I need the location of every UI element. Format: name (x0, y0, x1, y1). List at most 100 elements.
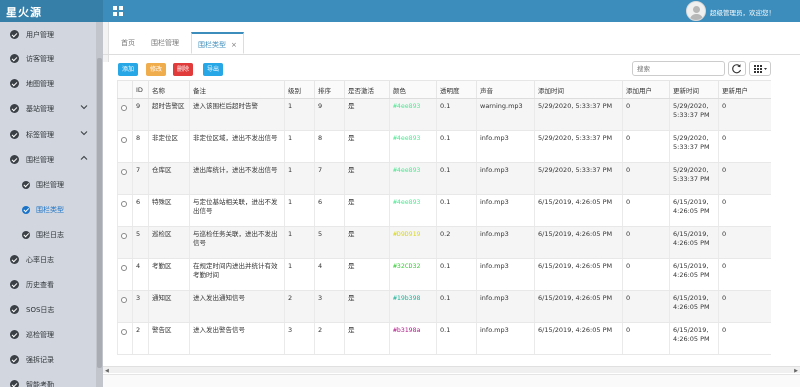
sidebar-item[interactable]: 智能考勤 (0, 372, 96, 387)
table-cell: 0 (622, 130, 670, 163)
row-radio[interactable] (121, 265, 127, 271)
table-cell: 4 (314, 258, 345, 291)
sidebar-item-label: 地图管理 (26, 80, 54, 88)
table-cell: #D9D919 (389, 226, 437, 259)
sidebar-item[interactable]: 访客管理 (0, 46, 96, 71)
tab-fence-management[interactable]: 围栏管理 (145, 32, 185, 54)
column-header[interactable]: 排序 (314, 80, 345, 99)
row-select-cell (117, 162, 133, 195)
table-row[interactable]: 2 警告区 进入发出警告信号 3 2 是 #b3198a 0.1 info.mp3 6/15/20… (117, 322, 771, 355)
sidebar-item[interactable]: 围栏类型 (0, 197, 96, 222)
avatar-head (693, 6, 700, 13)
row-radio[interactable] (121, 297, 127, 303)
table-cell: 通知区 (148, 290, 190, 323)
table-cell: 与巡检任务关联，进出不发出信号 (189, 226, 285, 259)
table-row[interactable]: 9 超时告警区 进入该围栏后超时告警 1 9 是 #4ee893 0.1 warning.mp3… (117, 98, 771, 131)
table-cell: 9 (132, 98, 149, 131)
sidebar-item-label: SOS日志 (26, 306, 55, 314)
columns-toggle-button[interactable] (749, 61, 771, 76)
table-cell: #19b398 (389, 290, 437, 323)
edit-button[interactable]: 修改 (146, 63, 167, 76)
row-radio[interactable] (121, 329, 127, 335)
sidebar-item-label: 围栏类型 (36, 206, 64, 214)
sidebar-item[interactable]: 心率日志 (0, 247, 96, 272)
tab-fence-type[interactable]: 围栏类型 × (191, 32, 244, 54)
table-row[interactable]: 5 巡检区 与巡检任务关联，进出不发出信号 1 5 是 #D9D919 0.2 info.mp3… (117, 226, 771, 259)
table-cell: 0.1 (436, 162, 477, 195)
table-cell: #b3198a (389, 322, 437, 355)
sidebar-item[interactable]: 地图管理 (0, 71, 96, 96)
add-button[interactable]: 添加 (118, 63, 139, 76)
export-button[interactable]: 导出 (203, 63, 224, 76)
refresh-button[interactable] (728, 61, 746, 76)
table-cell: 1 (284, 258, 315, 291)
sidebar-item[interactable]: 巡检管理 (0, 322, 96, 347)
delete-button[interactable]: 删除 (173, 63, 194, 76)
table-cell: #4ee893 (389, 162, 437, 195)
table-cell: 7 (314, 162, 345, 195)
check-circle-icon (10, 330, 19, 339)
table-cell: 6/15/2019, 4:26:05 PM (534, 322, 623, 355)
sidebar-item[interactable]: 围栏管理 (0, 172, 96, 197)
user-avatar[interactable] (686, 1, 706, 21)
welcome-text[interactable]: 超级管理员，欢迎您！ (710, 7, 775, 17)
tabs-scroll-left[interactable] (103, 22, 109, 62)
sidebar-item-label: 标签管理 (26, 131, 54, 139)
sidebar-item-label: 访客管理 (26, 55, 54, 63)
column-header[interactable]: 更新用户 (718, 80, 771, 99)
table-cell: 5/29/2020, 5:33:37 PM (534, 162, 623, 195)
row-radio[interactable] (121, 233, 127, 239)
table-row[interactable]: 7 仓库区 进出库统计，进出不发出信号 1 7 是 #4ee893 0.1 info.mp3 5/… (117, 162, 771, 195)
table-cell: 6 (314, 194, 345, 227)
table-cell: 0.1 (436, 194, 477, 227)
table-cell: 1 (284, 194, 315, 227)
check-circle-icon (10, 380, 19, 387)
horizontal-scrollbar[interactable]: ◀ ▶ (103, 366, 800, 374)
sidebar-item[interactable]: 围栏日志 (0, 222, 96, 247)
column-header[interactable]: 添加时间 (534, 80, 623, 99)
table-row[interactable]: 6 特殊区 与定位基站相关联，进出不发出信号 1 6 是 #4ee893 0.1 info.mp… (117, 194, 771, 227)
table-cell: 0.1 (436, 130, 477, 163)
sidebar-scrollbar-thumb[interactable] (97, 58, 102, 368)
column-header[interactable]: ID (132, 80, 149, 99)
column-header[interactable]: 透明度 (436, 80, 477, 99)
table-cell: 0 (622, 322, 670, 355)
row-select-cell (117, 130, 133, 163)
sidebar-item-label: 历史查看 (26, 281, 54, 289)
sidebar-item[interactable]: SOS日志 (0, 297, 96, 322)
column-header[interactable]: 声音 (476, 80, 535, 99)
column-header[interactable]: 级别 (284, 80, 315, 99)
row-radio[interactable] (121, 137, 127, 143)
close-icon[interactable]: × (231, 34, 237, 56)
table-row[interactable]: 8 非定位区 非定位区域，进出不发出信号 1 8 是 #4ee893 0.1 info.mp3 5… (117, 130, 771, 163)
sidebar-item[interactable]: 强拆记录 (0, 347, 96, 372)
table-cell: #4ee893 (389, 194, 437, 227)
table-cell: #4ee893 (389, 130, 437, 163)
tab-home[interactable]: 首页 (115, 32, 141, 54)
check-circle-icon (10, 255, 19, 264)
sidebar-item[interactable]: 基站管理 (0, 96, 96, 121)
table-cell: 是 (344, 226, 390, 259)
column-header[interactable]: 更新时间 (669, 80, 719, 99)
sidebar-item[interactable]: 围栏管理 (0, 147, 96, 172)
sidebar-item[interactable]: 用户管理 (0, 22, 96, 47)
column-header[interactable]: 添加用户 (622, 80, 670, 99)
table-row[interactable]: 4 考勤区 在规定时间内进出并统计有效考勤时间 1 4 是 #32CD32 0.1 info.m… (117, 258, 771, 291)
menu-toggle-icon[interactable] (112, 5, 124, 17)
sidebar-item[interactable]: 历史查看 (0, 272, 96, 297)
column-header[interactable]: 颜色 (389, 80, 437, 99)
row-radio[interactable] (121, 105, 127, 111)
row-select-cell (117, 290, 133, 323)
table-cell: 是 (344, 162, 390, 195)
table-row[interactable]: 3 通知区 进入发出通知信号 2 3 是 #19b398 0.1 info.mp3 6/15/20… (117, 290, 771, 323)
column-header[interactable]: 名称 (148, 80, 190, 99)
row-radio[interactable] (121, 201, 127, 207)
sidebar-item[interactable]: 标签管理 (0, 122, 96, 147)
search-input[interactable] (632, 61, 725, 76)
column-header[interactable]: 是否激活 (344, 80, 390, 99)
sidebar-scrollbar[interactable] (96, 22, 103, 387)
table-cell: 6/15/2019, 4:26:05 PM (534, 258, 623, 291)
row-radio[interactable] (121, 169, 127, 175)
table-cell: info.mp3 (476, 290, 535, 323)
column-header[interactable]: 备注 (189, 80, 285, 99)
